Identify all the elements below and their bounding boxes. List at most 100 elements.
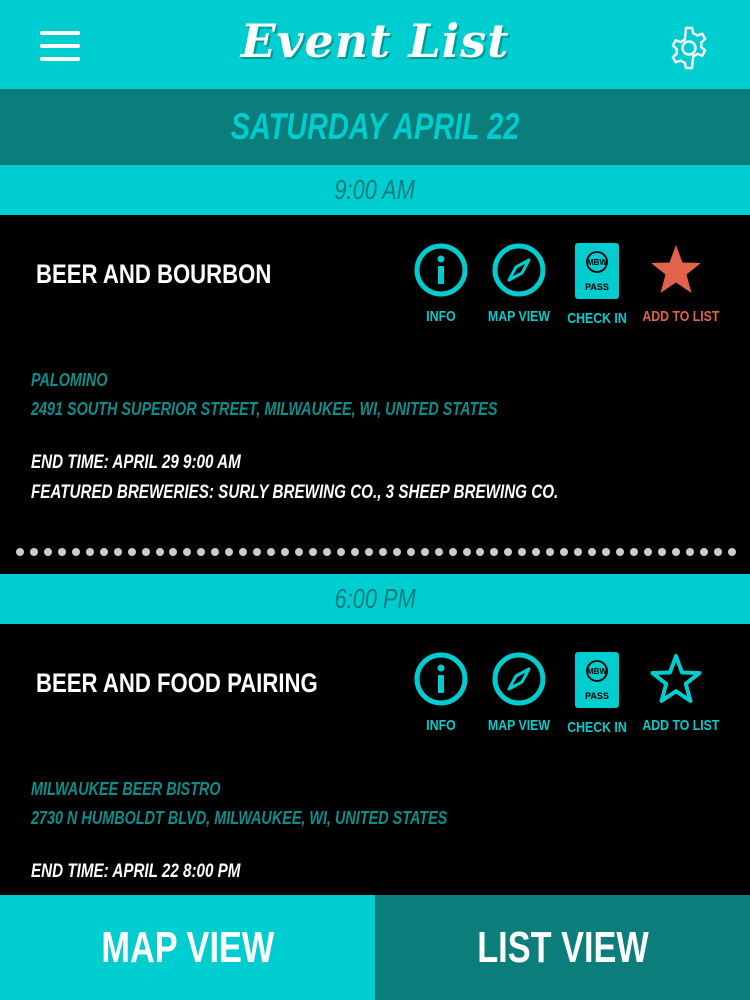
venue-name: MILWAUKEE BEER BISTRO: [31, 779, 221, 799]
divider-dot: [699, 548, 708, 556]
map-view-tab-label: MAP VIEW: [101, 922, 274, 972]
gear-icon[interactable]: [666, 25, 712, 71]
divider-dot: [239, 548, 248, 556]
check-in-button[interactable]: MBW PASS CHECK IN: [556, 242, 638, 327]
divider-dot: [127, 548, 136, 556]
divider-dot: [57, 548, 66, 556]
top-bar: Event List: [0, 0, 750, 89]
end-time: END TIME: APRIL 22 8:00 PM: [31, 861, 241, 882]
divider-dot: [406, 548, 415, 556]
event-name[interactable]: BEER AND BOURBON: [36, 259, 271, 290]
divider-dot: [99, 548, 108, 556]
pass-bottom-text: PASS: [585, 691, 609, 701]
divider-dot: [434, 548, 443, 556]
pass-icon: MBW PASS: [575, 243, 619, 299]
divider-dot: [211, 548, 220, 556]
divider-dot: [615, 548, 624, 556]
venue-address: 2730 N HUMBOLDT BLVD, MILWAUKEE, WI, UNI…: [31, 808, 448, 828]
map-view-button[interactable]: MAP VIEW: [478, 242, 560, 325]
divider-dot: [532, 548, 541, 556]
info-icon: [414, 243, 468, 297]
divider-dot: [504, 548, 513, 556]
bottom-tab-bar: MAP VIEW LIST VIEW: [0, 895, 750, 1000]
divider-dot: [685, 548, 694, 556]
venue-address: 2491 SOUTH SUPERIOR STREET, MILWAUKEE, W…: [31, 399, 498, 419]
info-button[interactable]: INFO: [400, 242, 482, 325]
divider-dot: [295, 548, 304, 556]
divider-dot: [85, 548, 94, 556]
info-button[interactable]: INFO: [400, 651, 482, 734]
divider-dot: [490, 548, 499, 556]
divider-dot: [309, 548, 318, 556]
list-view-tab[interactable]: LIST VIEW: [375, 895, 750, 1000]
info-label: INFO: [426, 717, 456, 734]
check-in-button[interactable]: MBW PASS CHECK IN: [556, 651, 638, 736]
divider-dot: [267, 548, 276, 556]
divider-dot: [336, 548, 345, 556]
info-label: INFO: [426, 308, 456, 325]
check-in-label: CHECK IN: [567, 310, 627, 327]
divider-dot: [113, 548, 122, 556]
divider-dot: [462, 548, 471, 556]
compass-icon: [492, 652, 546, 706]
star-outline-icon: [650, 654, 702, 703]
divider-dot: [420, 548, 429, 556]
divider-dot: [155, 548, 164, 556]
event-card: BEER AND FOOD PAIRING INFO MAP VIEW MBW …: [0, 624, 750, 895]
list-view-tab-label: LIST VIEW: [476, 922, 649, 972]
divider-dot: [281, 548, 290, 556]
event-divider: [16, 548, 736, 560]
time-header: 6:00 PM: [0, 574, 750, 624]
pass-icon: MBW PASS: [575, 652, 619, 708]
info-icon: [414, 652, 468, 706]
divider-dot: [169, 548, 178, 556]
divider-dot: [588, 548, 597, 556]
end-time: END TIME: APRIL 29 9:00 AM: [31, 452, 241, 473]
divider-dot: [602, 548, 611, 556]
add-to-list-button[interactable]: ADD TO LIST: [635, 242, 720, 325]
date-header: SATURDAY APRIL 22: [0, 89, 750, 165]
add-to-list-button[interactable]: ADD TO LIST: [635, 651, 720, 734]
venue-name: PALOMINO: [31, 370, 108, 390]
divider-dot: [183, 548, 192, 556]
divider-dot: [392, 548, 401, 556]
compass-icon: [492, 243, 546, 297]
add-to-list-label: ADD TO LIST: [642, 308, 720, 325]
pass-top-text: MBW: [587, 667, 607, 676]
check-in-label: CHECK IN: [567, 719, 627, 736]
map-view-label: MAP VIEW: [488, 308, 550, 325]
map-view-label: MAP VIEW: [488, 717, 550, 734]
divider-dot: [350, 548, 359, 556]
divider-dot: [546, 548, 555, 556]
divider-dot: [364, 548, 373, 556]
divider-dot: [476, 548, 485, 556]
map-view-button[interactable]: MAP VIEW: [478, 651, 560, 734]
event-card: BEER AND BOURBON INFO MAP VIEW MBW PASS: [0, 215, 750, 545]
star-filled-icon: [651, 245, 701, 293]
divider-dot: [713, 548, 722, 556]
divider-dot: [43, 548, 52, 556]
divider-dot: [16, 548, 24, 556]
event-name[interactable]: BEER AND FOOD PAIRING: [36, 668, 318, 699]
divider-dot: [629, 548, 638, 556]
divider-dot: [29, 548, 38, 556]
divider-dot: [141, 548, 150, 556]
divider-dot: [727, 548, 736, 556]
pass-bottom-text: PASS: [585, 282, 609, 292]
add-to-list-label: ADD TO LIST: [642, 717, 720, 734]
divider-dot: [253, 548, 262, 556]
map-view-tab[interactable]: MAP VIEW: [0, 895, 375, 1000]
divider-dot: [671, 548, 680, 556]
date-header-label: SATURDAY APRIL 22: [230, 106, 520, 147]
divider-dot: [643, 548, 652, 556]
divider-dot: [518, 548, 527, 556]
pass-top-text: MBW: [587, 258, 607, 267]
divider-dot: [378, 548, 387, 556]
divider-dot: [574, 548, 583, 556]
time-header-label: 6:00 PM: [334, 583, 416, 614]
featured-breweries: FEATURED BREWERIES: SURLY BREWING CO., 3…: [31, 482, 559, 503]
divider-dot: [322, 548, 331, 556]
page-title: Event List: [240, 14, 510, 68]
divider-dot: [71, 548, 80, 556]
divider-dot: [657, 548, 666, 556]
